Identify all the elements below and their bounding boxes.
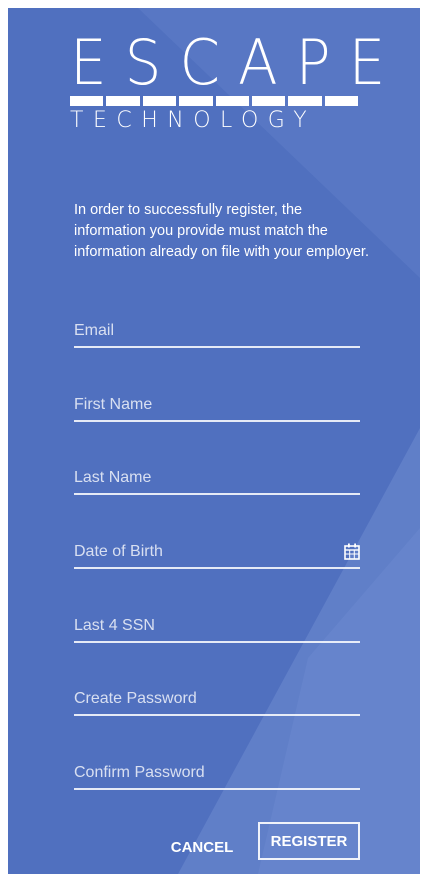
email-field-wrapper	[74, 318, 360, 348]
cancel-button[interactable]: CANCEL	[164, 832, 240, 862]
email-field[interactable]	[74, 318, 360, 344]
intro-text: In order to successfully register, the i…	[74, 202, 369, 260]
confirm-password-field[interactable]	[74, 760, 360, 786]
last-4-ssn-field-wrapper	[74, 613, 360, 643]
create-password-field[interactable]	[74, 686, 360, 712]
background-decoration	[8, 8, 420, 874]
date-of-birth-field-wrapper	[74, 539, 360, 569]
logo-subword: TECHNOLOGY	[70, 108, 317, 133]
calendar-icon[interactable]	[344, 543, 360, 560]
register-button[interactable]: REGISTER	[258, 822, 360, 860]
date-of-birth-field[interactable]	[74, 539, 360, 565]
logo-word: ESCAPE	[70, 25, 404, 100]
create-password-field-wrapper	[74, 686, 360, 716]
registration-screen: ESCAPE TECHNOLOGY In order to successful…	[8, 8, 420, 874]
first-name-field-wrapper	[74, 392, 360, 422]
last-4-ssn-field[interactable]	[74, 613, 360, 639]
first-name-field[interactable]	[74, 392, 360, 418]
confirm-password-field-wrapper	[74, 760, 360, 790]
escape-technology-logo: ESCAPE TECHNOLOGY	[70, 25, 404, 136]
last-name-field[interactable]	[74, 465, 360, 491]
last-name-field-wrapper	[74, 465, 360, 495]
logo-bar	[70, 96, 358, 106]
